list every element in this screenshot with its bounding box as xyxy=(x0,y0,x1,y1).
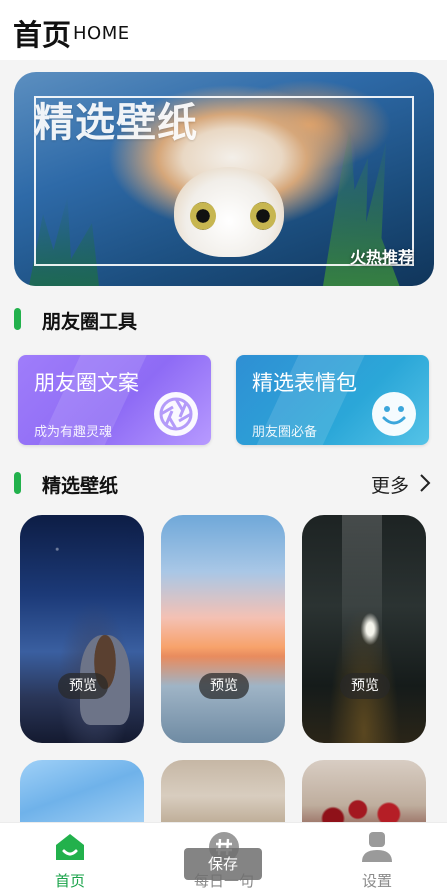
tools-section-title: 朋友圈工具 xyxy=(42,311,138,333)
section-accent-bar xyxy=(14,472,21,494)
wallpaper-card[interactable]: 预览 xyxy=(20,515,144,743)
section-accent-bar xyxy=(14,308,21,330)
preview-button[interactable]: 预览 xyxy=(199,673,249,699)
banner-tag: 火热推荐 xyxy=(349,248,414,267)
wallpaper-section-title: 精选壁纸 xyxy=(42,475,119,497)
smiley-icon xyxy=(372,392,416,436)
page-subtitle: HOME xyxy=(73,23,130,44)
tool-card-sub: 成为有趣灵魂 xyxy=(34,425,113,440)
featured-banner[interactable]: 精选壁纸 火热推荐 xyxy=(14,72,434,286)
tool-card-name: 朋友圈文案 xyxy=(34,371,139,395)
tab-home[interactable]: 首页 xyxy=(10,823,130,890)
tool-card-stickers[interactable]: 精选表情包 朋友圈必备 xyxy=(236,355,429,445)
top-bar: 首页 HOME xyxy=(0,0,447,60)
save-toast: 保存 xyxy=(184,848,262,880)
home-icon xyxy=(56,834,84,860)
wallpaper-section-header: 精选壁纸 更多 xyxy=(0,468,447,498)
tool-card-name: 精选表情包 xyxy=(252,371,357,395)
wallpaper-card[interactable]: 预览 xyxy=(161,515,285,743)
wallpaper-card[interactable]: 预览 xyxy=(302,515,426,743)
tool-card-sub: 朋友圈必备 xyxy=(252,425,318,440)
tab-settings[interactable]: 设置 xyxy=(317,823,437,890)
tab-label: 首页 xyxy=(54,872,85,890)
page-title: 首页 xyxy=(13,18,72,52)
preview-button[interactable]: 预览 xyxy=(340,673,390,699)
tool-card-moments-copy[interactable]: 朋友圈文案 成为有趣灵魂 xyxy=(18,355,211,445)
tools-section-header: 朋友圈工具 xyxy=(0,304,447,334)
user-icon xyxy=(362,832,392,862)
banner-title: 精选壁纸 xyxy=(34,100,198,146)
aperture-icon xyxy=(154,392,198,436)
preview-button[interactable]: 预览 xyxy=(58,673,108,699)
chevron-right-icon[interactable] xyxy=(417,472,433,494)
more-link[interactable]: 更多 xyxy=(371,471,409,498)
tab-label: 设置 xyxy=(361,872,392,890)
wallpaper-light-beam xyxy=(342,515,382,675)
